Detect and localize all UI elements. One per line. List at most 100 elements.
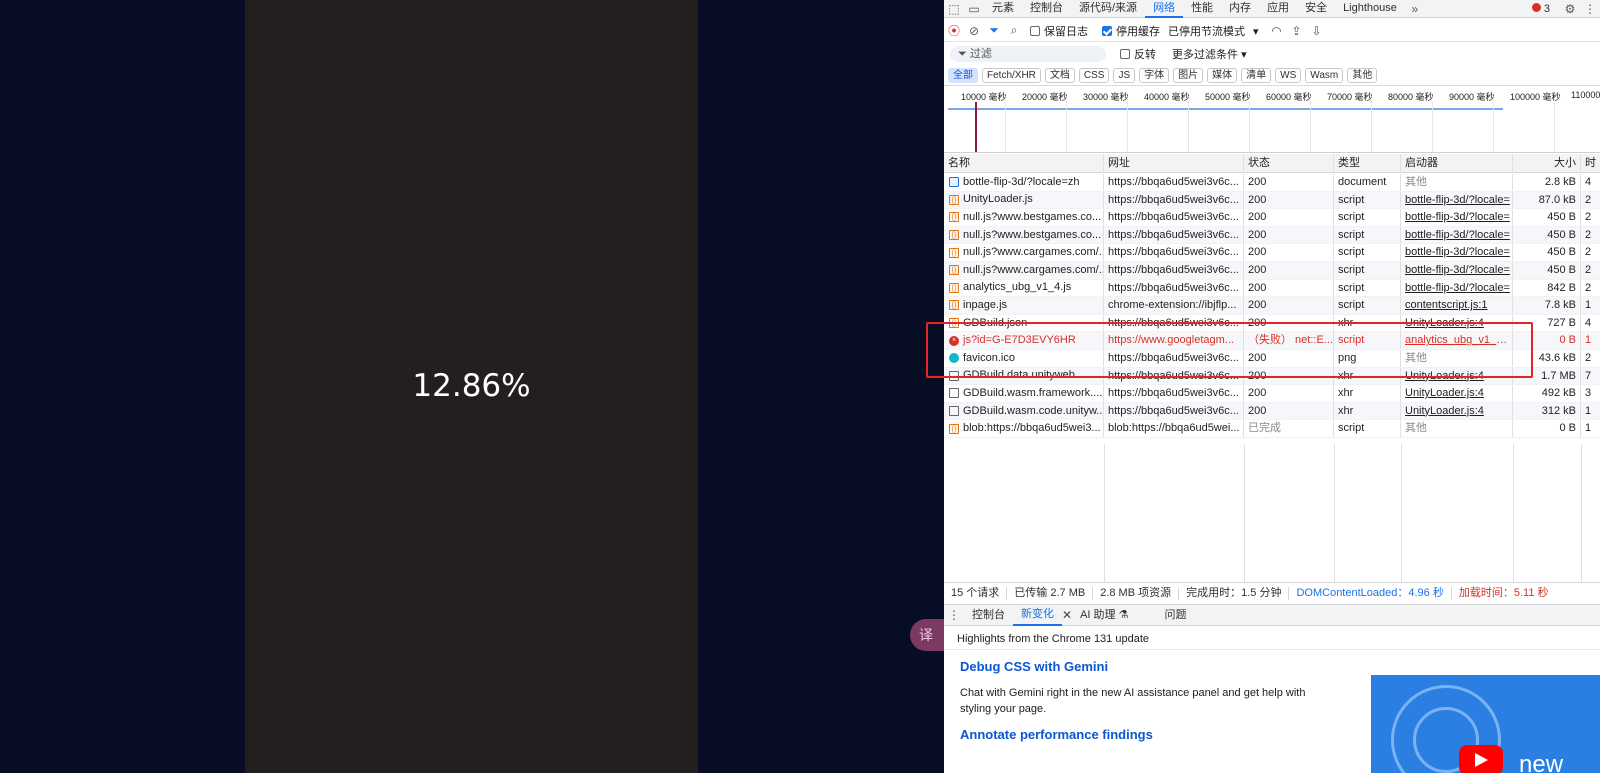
timeline-gridline xyxy=(1127,101,1128,152)
close-icon[interactable]: ✕ xyxy=(1062,608,1072,622)
table-row[interactable]: {} blob:https://bbqa6ud5wei3... blob:https… xyxy=(944,420,1600,438)
tab-8[interactable]: Lighthouse xyxy=(1335,0,1405,18)
type-filter-chip[interactable]: 字体 xyxy=(1139,68,1170,83)
table-row[interactable]: {} null.js?www.cargames.com/... https://bb… xyxy=(944,262,1600,280)
type-filter-chip[interactable]: 文档 xyxy=(1044,68,1075,83)
disable-cache-checkbox[interactable]: 停用缓存 xyxy=(1096,23,1168,39)
column-header[interactable]: 状态 xyxy=(1244,154,1334,172)
table-row[interactable]: {} UnityLoader.js https://bbqa6ud5wei3v6c.… xyxy=(944,191,1600,210)
tab-3[interactable]: 网络 xyxy=(1145,0,1184,18)
preserve-log-checkbox[interactable]: 保留日志 xyxy=(1024,23,1096,39)
table-row[interactable]: {} analytics_ubg_v1_4.js https://bbqa6ud5w… xyxy=(944,279,1600,298)
initiator-link[interactable]: UnityLoader.js:4 xyxy=(1405,387,1484,399)
request-initiator[interactable]: bottle-flip-3d/?locale= xyxy=(1401,226,1513,244)
column-divider xyxy=(1513,444,1514,582)
tab-4[interactable]: 性能 xyxy=(1183,0,1221,18)
type-filter-chip[interactable]: WS xyxy=(1275,68,1302,83)
type-filter-chip[interactable]: 其他 xyxy=(1347,68,1378,83)
column-header[interactable]: 时 xyxy=(1581,154,1600,172)
column-header[interactable]: 大小 xyxy=(1513,154,1581,172)
type-filter-chip[interactable]: 清单 xyxy=(1241,68,1272,83)
table-row[interactable]: bottle-flip-3d/?locale=zh https://bbqa6ud… xyxy=(944,174,1600,192)
initiator-link[interactable]: contentscript.js:1 xyxy=(1405,299,1488,311)
upload-icon[interactable]: ⇪ xyxy=(1287,22,1307,40)
wifi-icon[interactable]: ◠ xyxy=(1267,22,1287,40)
column-header[interactable]: 网址 xyxy=(1104,154,1244,172)
type-filter-chip[interactable]: 全部 xyxy=(948,68,978,83)
table-row[interactable]: {} null.js?www.bestgames.co... https://bbq… xyxy=(944,226,1600,245)
drawer-tab-ai-assistance[interactable]: AI 助理 ⚗ xyxy=(1072,605,1136,625)
initiator-link[interactable]: UnityLoader.js:4 xyxy=(1405,405,1484,417)
game-canvas[interactable]: 12.86% xyxy=(245,0,698,773)
download-icon[interactable]: ⇩ xyxy=(1307,22,1327,40)
drawer-tab-whats-new[interactable]: 新变化 xyxy=(1013,604,1062,626)
video-thumbnail[interactable]: new xyxy=(1371,675,1600,773)
document-icon xyxy=(949,177,959,188)
clear-icon[interactable]: ⊘ xyxy=(964,22,984,40)
request-name: null.js?www.bestgames.co... xyxy=(963,228,1102,241)
timeline-tick-label: 70000 毫秒 xyxy=(1327,92,1373,102)
column-header[interactable]: 名称 xyxy=(944,154,1104,172)
column-divider xyxy=(1104,444,1105,582)
request-status: 200 xyxy=(1244,262,1334,279)
type-filter-chip[interactable]: CSS xyxy=(1078,68,1110,83)
feature-heading-annotate[interactable]: Annotate performance findings xyxy=(960,727,1153,742)
search-icon[interactable]: ⌕ xyxy=(1004,22,1024,40)
request-initiator[interactable]: contentscript.js:1 xyxy=(1401,297,1513,314)
record-stop-icon[interactable]: ⦿ xyxy=(944,22,964,40)
initiator-link[interactable]: bottle-flip-3d/?locale= xyxy=(1405,282,1510,294)
drawer-tab-issues[interactable]: 问题 xyxy=(1156,605,1194,625)
table-row[interactable]: {} null.js?www.cargames.com/... https://bb… xyxy=(944,244,1600,262)
request-initiator[interactable]: bottle-flip-3d/?locale= xyxy=(1401,244,1513,261)
request-initiator[interactable]: bottle-flip-3d/?locale= xyxy=(1401,191,1513,209)
initiator-link[interactable]: bottle-flip-3d/?locale= xyxy=(1405,246,1510,258)
gear-icon[interactable]: ⚙ xyxy=(1560,0,1580,18)
tab-1[interactable]: 控制台 xyxy=(1022,0,1071,18)
error-count-badge[interactable]: 3 xyxy=(1531,2,1550,15)
network-timeline[interactable]: 10000 毫秒 20000 毫秒 30000 毫秒 40000 毫秒 50000 毫秒… xyxy=(944,87,1600,153)
tab-5[interactable]: 内存 xyxy=(1221,0,1259,18)
timeline-tick-label: 40000 毫秒 xyxy=(1144,92,1190,102)
request-initiator[interactable]: UnityLoader.js:4 xyxy=(1401,402,1513,420)
table-row[interactable]: GDBuild.wasm.framework.... https://bbqa6u… xyxy=(944,385,1600,403)
request-initiator[interactable]: bottle-flip-3d/?locale= xyxy=(1401,209,1513,226)
more-options-icon[interactable]: ⋮ xyxy=(1580,0,1600,18)
script-icon: {} xyxy=(949,423,959,434)
feature-heading-gemini[interactable]: Debug CSS with Gemini xyxy=(960,659,1108,674)
filter-icon[interactable]: ⏷ xyxy=(984,22,1004,40)
request-initiator: 其他 xyxy=(1401,174,1513,191)
youtube-play-icon[interactable] xyxy=(1459,745,1503,773)
request-initiator[interactable]: bottle-flip-3d/?locale= xyxy=(1401,279,1513,297)
table-row[interactable]: GDBuild.wasm.code.unityw... https://bbqa6… xyxy=(944,402,1600,421)
tab-7[interactable]: 安全 xyxy=(1297,0,1335,18)
type-filter-chip[interactable]: 图片 xyxy=(1173,68,1204,83)
initiator-link[interactable]: bottle-flip-3d/?locale= xyxy=(1405,194,1510,206)
table-row[interactable]: {} null.js?www.bestgames.co... https://bbq… xyxy=(944,209,1600,227)
initiator-link[interactable]: bottle-flip-3d/?locale= xyxy=(1405,264,1510,276)
inspect-element-icon[interactable]: ⬚ xyxy=(944,0,964,18)
drawer-menu-icon[interactable]: ⋮ xyxy=(944,606,964,624)
drawer-tab-console[interactable]: 控制台 xyxy=(964,605,1013,625)
more-tabs-icon[interactable]: » xyxy=(1405,0,1425,18)
device-toggle-icon[interactable]: ▭ xyxy=(964,0,984,18)
tab-6[interactable]: 应用 xyxy=(1259,0,1297,18)
filter-input[interactable]: ⏷ 过滤 xyxy=(950,46,1106,62)
request-initiator[interactable]: UnityLoader.js:4 xyxy=(1401,385,1513,402)
table-row[interactable]: {} inpage.js chrome-extension://ibjflp... 2… xyxy=(944,297,1600,315)
type-filter-chip[interactable]: Fetch/XHR xyxy=(982,68,1041,83)
type-filter-chip[interactable]: JS xyxy=(1113,68,1136,83)
tab-2[interactable]: 源代码/来源 xyxy=(1071,0,1145,18)
more-filters-dropdown[interactable]: 更多过滤条件 ▾ xyxy=(1172,46,1247,62)
request-initiator[interactable]: bottle-flip-3d/?locale= xyxy=(1401,262,1513,279)
initiator-link[interactable]: bottle-flip-3d/?locale= xyxy=(1405,229,1510,241)
request-initiator: 其他 xyxy=(1401,420,1513,437)
throttle-select[interactable]: 已停用节流模式 ▾ xyxy=(1168,23,1259,39)
request-time: 1 xyxy=(1585,299,1592,312)
invert-checkbox[interactable]: 反转 xyxy=(1114,46,1156,62)
tab-0[interactable]: 元素 xyxy=(984,0,1022,18)
column-header[interactable]: 类型 xyxy=(1334,154,1401,172)
type-filter-chip[interactable]: 媒体 xyxy=(1207,68,1238,83)
type-filter-chip[interactable]: Wasm xyxy=(1305,68,1344,83)
column-header[interactable]: 启动器 xyxy=(1401,154,1513,172)
initiator-link[interactable]: bottle-flip-3d/?locale= xyxy=(1405,211,1510,223)
